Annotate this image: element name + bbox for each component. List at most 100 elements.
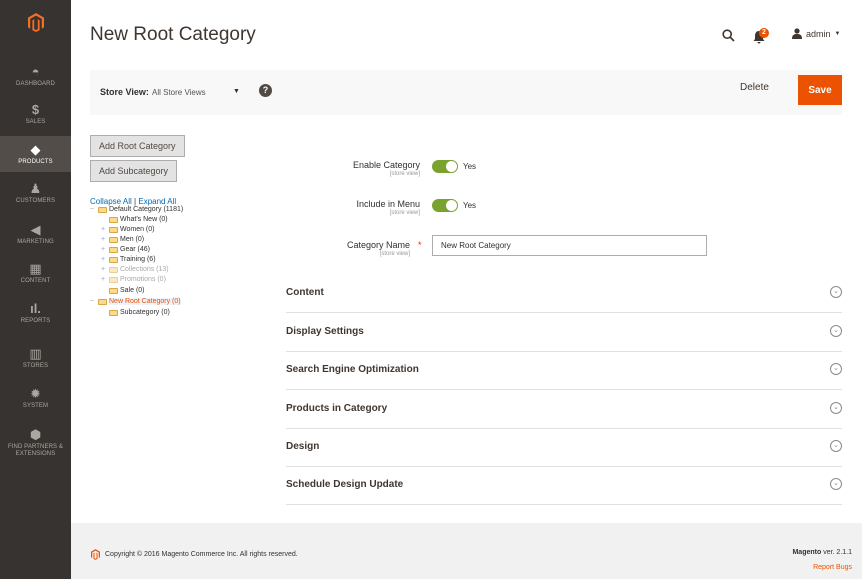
user-icon [792, 28, 802, 39]
section-title: Display Settings [286, 326, 364, 337]
section-title: Design [286, 441, 320, 452]
section-design[interactable]: Design ⌄ [286, 429, 842, 467]
expand-toggle-icon[interactable]: + [101, 226, 107, 233]
tree-node-whats-new[interactable]: What's New (0) [109, 216, 168, 223]
tree-node-subcategory[interactable]: Subcategory (0) [109, 309, 170, 316]
section-schedule-design-update[interactable]: Schedule Design Update ⌄ [286, 467, 842, 505]
magento-brand: Magento [792, 549, 822, 556]
tree-node-default-category[interactable]: − Default Category (1181) [90, 206, 183, 214]
delete-button[interactable]: Delete [740, 82, 769, 93]
expand-toggle-icon[interactable]: − [90, 206, 96, 213]
folder-icon [98, 298, 107, 305]
expand-toggle-icon[interactable]: + [101, 266, 107, 273]
nav-sales[interactable]: $ Sales [0, 97, 71, 131]
enable-category-toggle[interactable] [432, 160, 458, 173]
tree-node-promotions[interactable]: + Promotions (0) [101, 276, 166, 284]
cube-icon: ◆ [30, 142, 41, 157]
required-asterisk: * [418, 240, 422, 250]
tree-node-men[interactable]: + Men (0) [101, 236, 144, 244]
tree-node-new-root-category[interactable]: − New Root Category (0) [90, 298, 181, 305]
nav-partners[interactable]: ⬢ Find Partners & Extensions [0, 424, 71, 464]
folder-icon [109, 309, 118, 316]
copyright-text: Copyright © 2016 Magento Commerce Inc. A… [105, 551, 298, 558]
section-title: Content [286, 287, 324, 298]
magento-version: Magento ver. 2.1.1 [792, 549, 852, 556]
add-root-category-button[interactable]: Add Root Category [90, 135, 185, 157]
toggle-knob [446, 200, 457, 211]
notifications-count-badge: 2 [759, 28, 769, 38]
tree-controls: Collapse All | Expand All [90, 197, 176, 206]
admin-sidebar: ◓ Dashboard $ Sales ◆ Products ♟ Custome… [0, 0, 71, 579]
report-bugs-link[interactable]: Report Bugs [813, 564, 852, 571]
section-display-settings[interactable]: Display Settings ⌄ [286, 314, 842, 352]
expand-toggle-icon[interactable]: + [101, 236, 107, 243]
toggle-knob [446, 161, 457, 172]
nav-content[interactable]: ▦ Content [0, 256, 71, 290]
help-icon[interactable]: ? [259, 84, 272, 97]
nav-stores[interactable]: ▥ Stores [0, 342, 71, 376]
category-name-label: Category Name [346, 240, 410, 250]
nav-marketing[interactable]: ◀ Marketing [0, 216, 71, 250]
folder-icon [109, 236, 118, 243]
expand-toggle-icon[interactable]: + [101, 256, 107, 263]
store-view-label: Store View: [100, 87, 149, 97]
version-number: ver. 2.1.1 [823, 549, 852, 556]
copyright-notice: Copyright © 2016 Magento Commerce Inc. A… [91, 549, 298, 560]
page-footer: Copyright © 2016 Magento Commerce Inc. A… [71, 523, 862, 579]
nav-system[interactable]: ✹ System [0, 382, 71, 416]
chevron-down-icon: ⌄ [830, 325, 842, 337]
chevron-down-icon: ⌄ [830, 363, 842, 375]
search-icon[interactable] [722, 29, 735, 47]
section-products-in-category[interactable]: Products in Category ⌄ [286, 391, 842, 429]
include-in-menu-toggle[interactable] [432, 199, 458, 212]
category-name-input[interactable] [432, 235, 707, 256]
save-button[interactable]: Save [798, 75, 842, 105]
add-subcategory-button[interactable]: Add Subcategory [90, 160, 178, 182]
admin-account-menu[interactable]: admin ▼ [792, 28, 840, 39]
chevron-down-icon[interactable]: ▼ [233, 88, 240, 95]
folder-icon [109, 226, 118, 233]
magento-logo-icon [91, 549, 100, 560]
expand-toggle-icon[interactable]: − [90, 298, 96, 305]
chevron-down-icon: ⌄ [830, 478, 842, 490]
collapse-all-link[interactable]: Collapse All [90, 197, 132, 206]
expand-toggle-icon[interactable]: + [101, 276, 107, 283]
section-title: Products in Category [286, 403, 388, 414]
store-view-switcher[interactable]: All Store Views [152, 88, 206, 97]
dashboard-icon: ◓ [31, 64, 40, 79]
magento-logo-icon[interactable] [0, 0, 71, 44]
folder-icon [109, 246, 118, 253]
nav-reports[interactable]: ıl. Reports [0, 296, 71, 330]
nav-customers[interactable]: ♟ Customers [0, 176, 71, 210]
section-search-engine-optimization[interactable]: Search Engine Optimization ⌄ [286, 352, 842, 390]
tree-node-sale[interactable]: Sale (0) [109, 287, 145, 294]
gear-icon: ✹ [30, 386, 41, 401]
storefront-icon: ▥ [29, 346, 42, 361]
chevron-down-icon: ⌄ [830, 286, 842, 298]
expand-toggle-icon[interactable]: + [101, 246, 107, 253]
tree-node-training[interactable]: + Training (6) [101, 256, 156, 264]
folder-icon [109, 266, 118, 273]
tree-node-gear[interactable]: + Gear (46) [101, 246, 150, 254]
section-title: Search Engine Optimization [286, 364, 419, 375]
megaphone-icon: ◀ [30, 222, 41, 237]
person-icon: ♟ [29, 181, 42, 196]
chevron-down-icon: ⌄ [830, 440, 842, 452]
category-name-scope: [store view] [379, 251, 410, 257]
include-in-menu-label: Include in Menu [356, 199, 420, 209]
layout-icon: ▦ [29, 261, 42, 276]
tree-node-collections[interactable]: + Collections (13) [101, 266, 169, 274]
notifications-button[interactable]: 2 [752, 28, 770, 44]
page-action-bar: Store View: All Store Views ▼ ? Delete S… [90, 70, 842, 115]
bar-chart-icon: ıl. [30, 301, 41, 316]
nav-products[interactable]: ◆ Products [0, 136, 71, 172]
expand-all-link[interactable]: Expand All [138, 197, 176, 206]
nav-dashboard[interactable]: ◓ Dashboard [0, 58, 71, 92]
chevron-down-icon: ▼ [834, 30, 841, 37]
enable-category-label: Enable Category [352, 160, 420, 170]
folder-icon [109, 287, 118, 294]
tree-node-women[interactable]: + Women (0) [101, 226, 155, 234]
section-content[interactable]: Content ⌄ [286, 275, 842, 313]
page-title: New Root Category [90, 24, 256, 45]
folder-icon [98, 206, 107, 213]
